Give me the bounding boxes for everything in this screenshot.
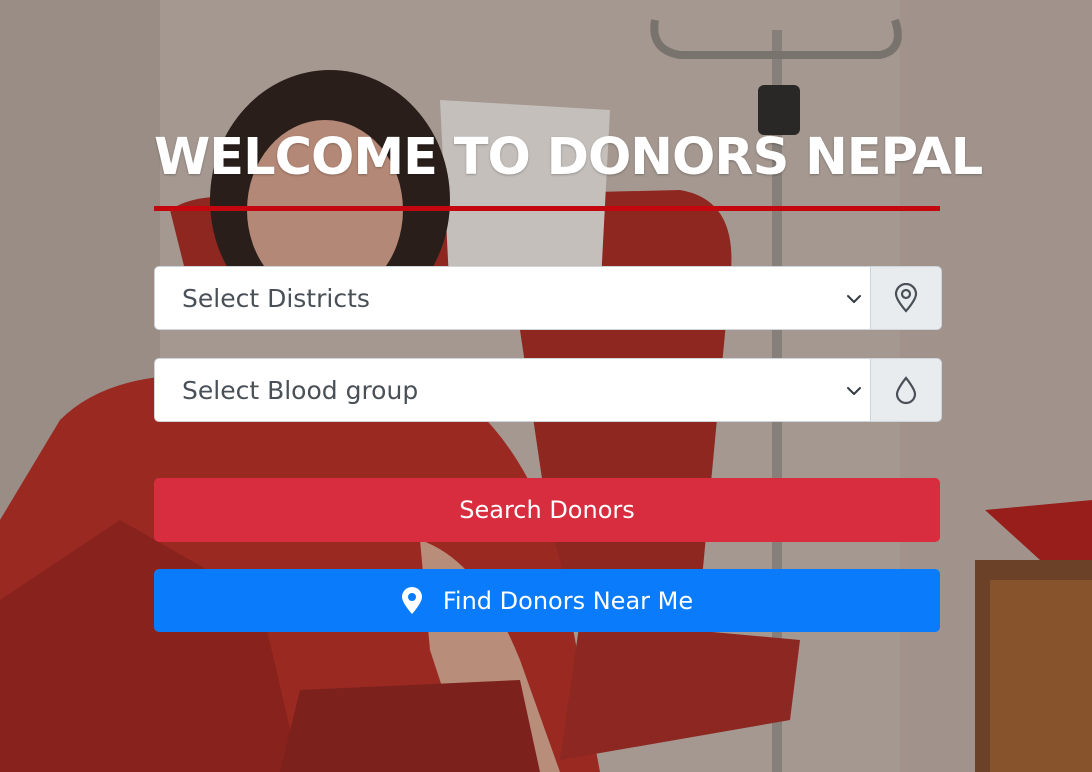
find-donors-near-me-label: Find Donors Near Me bbox=[442, 586, 694, 615]
map-pin-icon bbox=[401, 586, 423, 615]
map-pin-outline-icon bbox=[870, 266, 942, 330]
chevron-down-icon bbox=[847, 387, 861, 395]
chevron-down-icon bbox=[847, 295, 861, 303]
search-donors-label: Search Donors bbox=[459, 496, 635, 524]
district-select[interactable]: Select Districts bbox=[154, 266, 870, 330]
title-underline bbox=[154, 206, 940, 211]
search-donors-button[interactable]: Search Donors bbox=[154, 478, 940, 542]
blood-drop-outline-icon bbox=[870, 358, 942, 422]
search-panel: WELCOME TO DONORS NEPAL Select Districts… bbox=[154, 120, 983, 632]
blood-group-select-value: Select Blood group bbox=[182, 375, 419, 405]
blood-group-select-group: Select Blood group bbox=[154, 358, 942, 422]
page-title: WELCOME TO DONORS NEPAL bbox=[154, 128, 983, 187]
find-donors-near-me-button[interactable]: Find Donors Near Me bbox=[154, 569, 940, 632]
district-select-group: Select Districts bbox=[154, 266, 942, 330]
blood-group-select[interactable]: Select Blood group bbox=[154, 358, 870, 422]
district-select-value: Select Districts bbox=[182, 283, 370, 313]
